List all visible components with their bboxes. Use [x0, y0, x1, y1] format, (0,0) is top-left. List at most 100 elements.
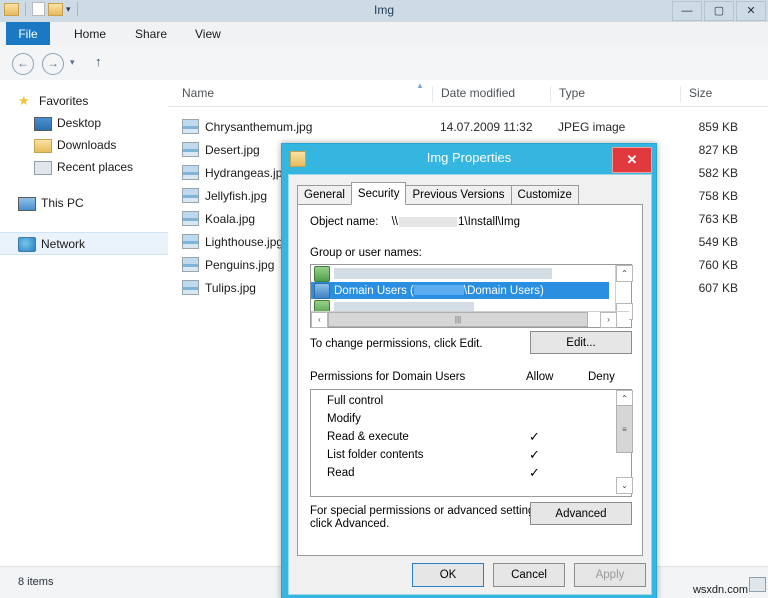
permission-row[interactable]: Modify	[311, 411, 615, 429]
permissions-scroll-thumb[interactable]: ≡	[616, 405, 633, 453]
allow-checkmark-icon[interactable]: ✓	[529, 447, 540, 463]
file-name-cell[interactable]: Lighthouse.jpg	[182, 234, 283, 249]
tab-security[interactable]: Security	[351, 182, 407, 205]
permission-row[interactable]: Read ✓	[311, 465, 615, 483]
watermark-badge-icon	[749, 577, 766, 592]
tab-file[interactable]: File	[6, 22, 50, 45]
sidebar-item-label: Recent places	[57, 160, 133, 174]
sidebar-item-this-pc[interactable]: This PC	[0, 192, 186, 213]
dialog-body: General Security Previous Versions Custo…	[288, 174, 652, 595]
tab-share[interactable]: Share	[125, 22, 177, 45]
column-header-date-modified[interactable]: Date modified	[432, 86, 515, 102]
cancel-button[interactable]: Cancel	[493, 563, 565, 587]
recent-places-icon	[34, 161, 52, 175]
file-date-cell: 14.07.2009 11:32	[440, 120, 533, 134]
tab-view[interactable]: View	[185, 22, 231, 45]
object-name-suffix: 1\Install\Img	[458, 216, 520, 228]
file-name-label: Koala.jpg	[205, 212, 255, 226]
dialog-button-row: OK Cancel Apply	[289, 563, 651, 586]
group-name-suffix: \Domain Users)	[464, 285, 544, 297]
permissions-vertical-scrollbar[interactable]: ⌃ ≡ ⌄	[616, 390, 631, 494]
star-icon: ★	[18, 93, 34, 109]
sidebar-item-label: Downloads	[57, 138, 116, 152]
dialog-titlebar: Img Properties ✕	[282, 144, 656, 174]
permission-label: Modify	[327, 413, 361, 425]
group-user-list[interactable]: Domain Users (\Domain Users) ⌃ ⌄ ‹ |||	[310, 264, 632, 328]
apply-button: Apply	[574, 563, 646, 587]
permission-row[interactable]: Full control	[311, 393, 615, 411]
object-name-value: \\1\Install\Img	[392, 216, 520, 228]
minimize-button[interactable]: —	[672, 1, 702, 21]
list-item[interactable]	[311, 265, 609, 282]
sidebar-item-label: Desktop	[57, 116, 101, 130]
permission-label: Full control	[327, 395, 383, 407]
file-size-cell: 859 KB	[648, 120, 738, 134]
file-name-cell[interactable]: Chrysanthemum.jpg	[182, 119, 312, 134]
file-name-label: Tulips.jpg	[205, 281, 256, 295]
dialog-tabs: General Security Previous Versions Custo…	[297, 184, 578, 205]
file-name-label: Chrysanthemum.jpg	[205, 120, 312, 134]
file-size-cell: 760 KB	[648, 258, 738, 272]
sidebar-item-network[interactable]: Network	[0, 232, 186, 255]
ok-button[interactable]: OK	[412, 563, 484, 587]
tab-customize[interactable]: Customize	[511, 185, 579, 205]
this-pc-icon	[18, 197, 36, 211]
user-icon	[314, 266, 330, 282]
permission-row[interactable]: List folder contents ✓	[311, 447, 615, 465]
permission-label: List folder contents	[327, 449, 424, 461]
file-size-cell: 549 KB	[648, 235, 738, 249]
properties-dialog: Img Properties ✕ General Security Previo…	[281, 143, 657, 598]
item-count-label: 8 items	[18, 576, 53, 588]
file-name-cell[interactable]: Desert.jpg	[182, 142, 260, 157]
column-header-type[interactable]: Type	[550, 86, 585, 102]
advanced-hint: For special permissions or advanced sett…	[310, 505, 543, 531]
file-name-label: Penguins.jpg	[205, 258, 274, 272]
scroll-down-button[interactable]: ⌄	[616, 477, 633, 494]
permission-row[interactable]: Read & execute ✓	[311, 429, 615, 447]
scroll-left-button[interactable]: ‹	[311, 312, 328, 328]
user-list-horizontal-scrollbar[interactable]: ‹ ||| ›	[311, 311, 629, 327]
tab-previous-versions[interactable]: Previous Versions	[405, 185, 511, 205]
jpeg-file-icon	[182, 142, 199, 157]
sidebar-item-favorites[interactable]: ★ Favorites	[0, 90, 186, 111]
group-or-user-names-label: Group or user names:	[310, 247, 422, 259]
user-list-vertical-scrollbar[interactable]: ⌃ ⌄	[615, 265, 631, 316]
advanced-button[interactable]: Advanced	[530, 502, 632, 525]
file-size-cell: 763 KB	[648, 212, 738, 226]
close-button[interactable]: ✕	[736, 1, 766, 21]
column-header-name[interactable]: Name	[174, 86, 214, 102]
horizontal-scroll-thumb[interactable]: |||	[328, 312, 588, 327]
edit-permissions-hint: To change permissions, click Edit.	[310, 338, 483, 350]
file-type-cell: JPEG image	[558, 120, 625, 134]
file-name-cell[interactable]: Jellyfish.jpg	[182, 188, 267, 203]
table-row[interactable]: Chrysanthemum.jpg 14.07.2009 11:32 JPEG …	[168, 116, 768, 139]
dialog-close-button[interactable]: ✕	[612, 147, 652, 173]
scroll-up-button[interactable]: ⌃	[616, 265, 633, 282]
recent-locations-chevron-icon[interactable]: ▾	[70, 57, 75, 68]
ribbon-bar: File Home Share View	[0, 22, 768, 46]
file-name-cell[interactable]: Penguins.jpg	[182, 257, 274, 272]
allow-checkmark-icon[interactable]: ✓	[529, 465, 540, 481]
group-domain-redacted	[414, 285, 464, 295]
file-name-cell[interactable]: Koala.jpg	[182, 211, 255, 226]
column-header-size[interactable]: Size	[680, 86, 712, 102]
permissions-list[interactable]: Full control Modify Read & execute ✓ Lis…	[310, 389, 632, 497]
tab-home[interactable]: Home	[64, 22, 116, 45]
advanced-hint-line2: click Advanced.	[310, 518, 543, 531]
up-button[interactable]: ↑	[95, 54, 102, 69]
list-item[interactable]: Domain Users (\Domain Users)	[311, 282, 609, 299]
forward-button[interactable]: →	[42, 53, 64, 75]
object-name-row: Object name: \\1\Install\Img	[310, 216, 520, 228]
scroll-right-button[interactable]: ›	[600, 312, 617, 328]
file-name-cell[interactable]: Tulips.jpg	[182, 280, 256, 295]
maximize-button[interactable]: ▢	[704, 1, 734, 21]
tab-general[interactable]: General	[297, 185, 352, 205]
allow-checkmark-icon[interactable]: ✓	[529, 429, 540, 445]
edit-button[interactable]: Edit...	[530, 331, 632, 354]
network-icon	[18, 237, 36, 252]
window-controls[interactable]: — ▢ ✕	[672, 1, 766, 21]
back-button[interactable]: ←	[12, 53, 34, 75]
file-name-cell[interactable]: Hydrangeas.jpg	[182, 165, 289, 180]
jpeg-file-icon	[182, 257, 199, 272]
file-name-label: Jellyfish.jpg	[205, 189, 267, 203]
